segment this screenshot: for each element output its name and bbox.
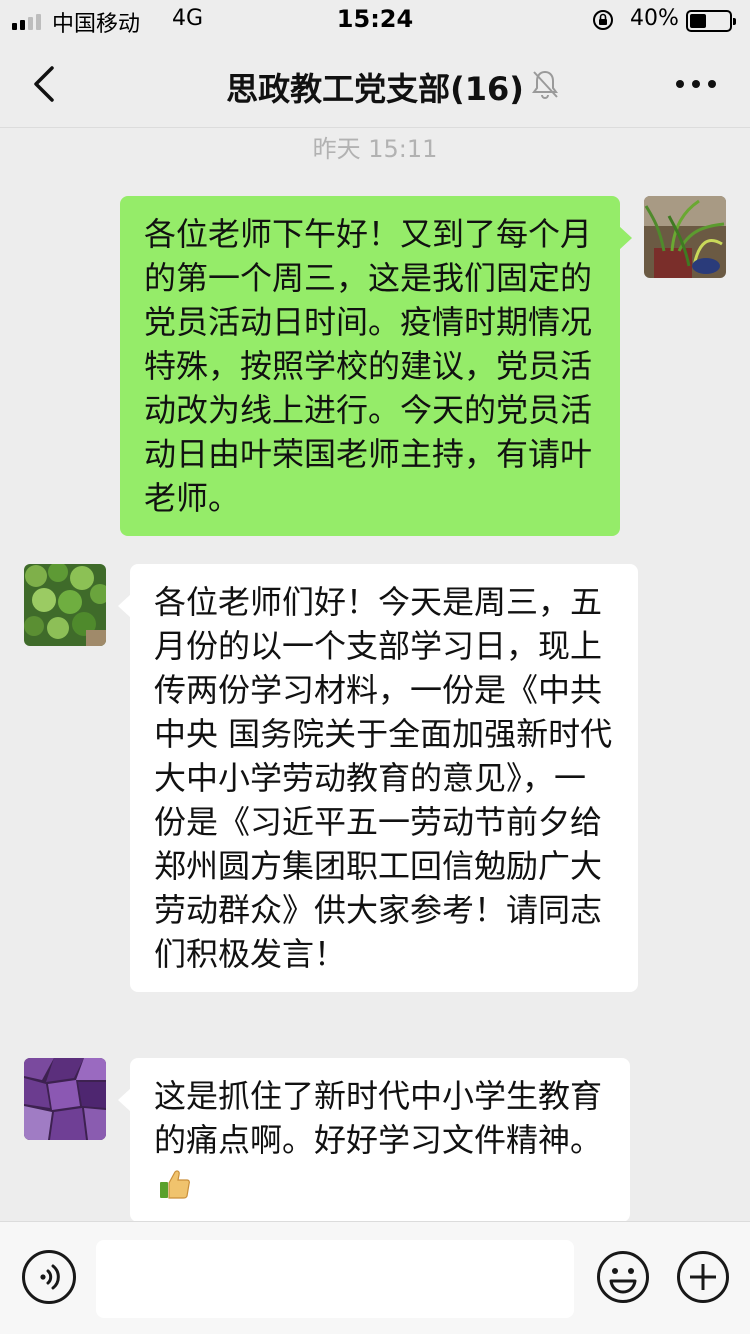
more-button[interactable] [672,66,720,102]
message-bubble-member[interactable]: 这是抓住了新时代中小学生教育的痛点啊。好好学习文件精神。 [118,1058,630,1221]
message-text: 这是抓住了新时代中小学生教育的痛点啊。好好学习文件精神。 [154,1077,603,1159]
message-bubble-self[interactable]: 各位老师下午好！又到了每个月的第一个周三，这是我们固定的党员活动日时间。疫情时期… [120,196,632,536]
emoji-icon[interactable] [596,1250,650,1304]
input-bar [0,1221,750,1334]
message-input[interactable] [96,1240,574,1318]
member-avatar[interactable] [24,1058,106,1140]
message-timestamp: 昨天 15:11 [312,135,438,163]
self-avatar[interactable] [644,196,726,278]
more-icon [676,80,684,88]
chat-area[interactable]: 昨天 15:11 各位老师下午好！又到了每个月的第一个周三，这是我们固定的党员活… [0,129,750,1221]
nav-bar: 思政教工党支部(16) [0,40,750,128]
member-avatar[interactable] [24,564,106,646]
lock-rotation-icon [593,10,613,30]
message-text: 各位老师们好！今天是周三，五月份的以一个支部学习日，现上传两份学习材料，一份是《… [154,583,613,973]
message-text: 各位老师下午好！又到了每个月的第一个周三，这是我们固定的党员活动日时间。疫情时期… [144,215,593,517]
plus-icon[interactable] [676,1250,730,1304]
battery-icon [686,10,736,32]
voice-icon [40,1264,60,1290]
mute-bell-icon [532,70,558,99]
thumbs-up-icon [160,1170,190,1199]
chat-title: 思政教工党支部(16) [226,70,524,108]
voice-button[interactable] [22,1250,76,1304]
message-bubble-member[interactable]: 各位老师们好！今天是周三，五月份的以一个支部学习日，现上传两份学习材料，一份是《… [118,564,638,992]
battery-percent: 40% [630,6,679,31]
status-bar: 中国移动 4G 15:24 40% [0,0,750,40]
